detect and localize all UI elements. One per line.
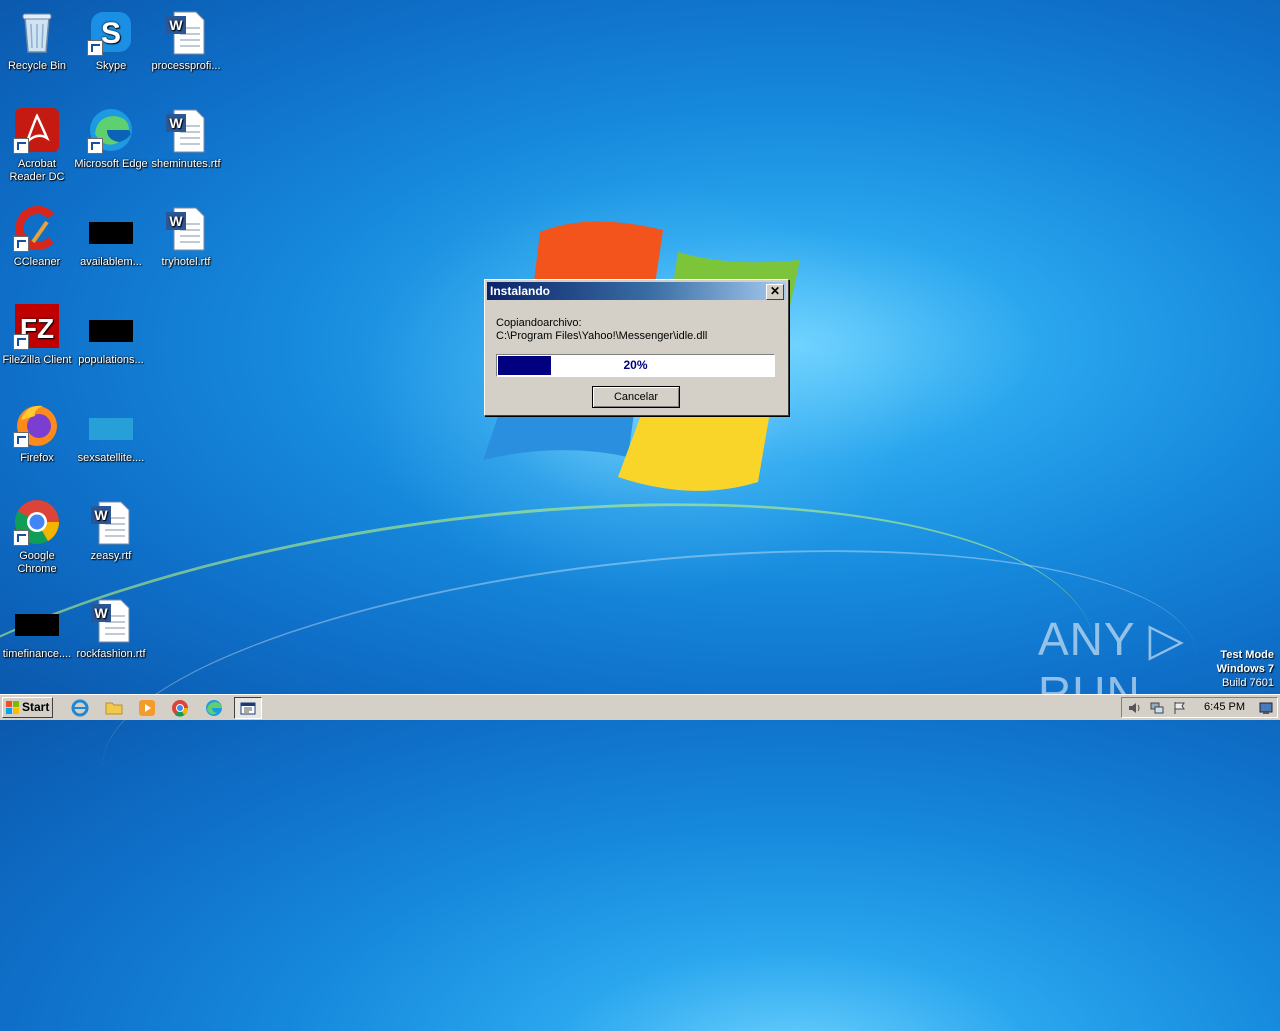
desktop-icon-label: processprofi... [151, 60, 221, 72]
task-button-installer[interactable] [234, 697, 262, 719]
status-line: Copiandoarchivo: [496, 317, 582, 329]
desktop-icon-label: Acrobat Reader DC [9, 158, 65, 183]
test-mode-notice: Test Mode Windows 7 Build 7601 [1217, 648, 1274, 690]
windows-flag-icon [6, 701, 19, 714]
desktop-icon-availablem[interactable]: availablem... [74, 198, 148, 269]
filezilla-icon: FZ [13, 302, 61, 350]
desktop-icon-label: rockfashion.rtf [76, 648, 146, 660]
file-path: C:\Program Files\Yahoo!\Messenger\idle.d… [496, 330, 708, 342]
desktop-icon-label: sheminutes.rtf [151, 158, 221, 170]
progress-percent: 20% [623, 358, 648, 372]
desktop-icon-skype[interactable]: S Skype [74, 2, 148, 73]
installer-dialog: Instalando ✕ Copiandoarchivo: C:\Program… [484, 279, 789, 416]
progress-bar: 20% [496, 354, 775, 377]
desktop-icon-label: CCleaner [13, 256, 61, 268]
desktop-icon-processprofi[interactable]: W processprofi... [149, 2, 223, 73]
recycle-bin-icon [13, 8, 61, 56]
network-icon[interactable] [1150, 701, 1164, 715]
close-icon: ✕ [769, 284, 781, 298]
acrobat-icon [13, 106, 61, 154]
taskbar: Start 6:45 PM [0, 694, 1280, 720]
desktop-icon-label: FileZilla Client [2, 354, 72, 366]
clock[interactable]: 6:45 PM [1204, 698, 1245, 717]
desktop-icon-firefox[interactable]: Firefox [0, 394, 74, 465]
edge-icon [87, 106, 135, 154]
desktop-icon-label: Recycle Bin [7, 60, 67, 72]
start-label: Start [22, 700, 50, 714]
start-button[interactable]: Start [2, 697, 53, 718]
desktop-icon-recycle-bin[interactable]: Recycle Bin [0, 2, 74, 73]
word-document-icon: W [162, 204, 210, 252]
word-document-icon: W [162, 8, 210, 56]
svg-text:W: W [169, 115, 183, 131]
svg-text:S: S [101, 17, 121, 50]
desktop-icon-label: zeasy.rtf [90, 550, 132, 562]
desktop-icon-tryhotel[interactable]: W tryhotel.rtf [149, 198, 223, 269]
desktop-icon-google-chrome[interactable]: Google Chrome [0, 492, 74, 576]
desktop-icon-label: Skype [95, 60, 127, 72]
desktop-icon-label: sexsatellite.... [77, 452, 145, 464]
svg-text:W: W [169, 17, 183, 33]
desktop-icon-label: timefinance.... [2, 648, 72, 660]
volume-icon[interactable] [1128, 701, 1142, 715]
desktop-icon-label: Firefox [20, 452, 54, 464]
build-label: Build 7601 [1222, 677, 1274, 689]
svg-text:W: W [169, 213, 183, 229]
desktop-icon-zeasy[interactable]: W zeasy.rtf [74, 492, 148, 563]
show-desktop-icon[interactable] [1259, 701, 1273, 715]
cancel-button[interactable]: Cancelar [592, 386, 680, 408]
os-label: Windows 7 [1216, 663, 1274, 675]
edge-icon[interactable] [204, 698, 224, 718]
word-document-icon: W [87, 498, 135, 546]
desktop-icon-label: Microsoft Edge [74, 158, 148, 170]
word-document-icon: W [162, 106, 210, 154]
desktop-icon-filezilla[interactable]: FZ FileZilla Client [0, 296, 74, 367]
file-icon [13, 596, 61, 644]
action-center-flag-icon[interactable] [1172, 701, 1186, 715]
desktop-icon-ccleaner[interactable]: CCleaner [0, 198, 74, 269]
internet-explorer-icon[interactable] [70, 698, 90, 718]
desktop-icon-sexsatellite[interactable]: sexsatellite.... [74, 394, 148, 465]
desktop-icon-rockfashion[interactable]: W rockfashion.rtf [74, 590, 148, 661]
chrome-icon [13, 498, 61, 546]
close-button[interactable]: ✕ [766, 284, 784, 300]
desktop-icon-microsoft-edge[interactable]: Microsoft Edge [74, 100, 148, 171]
desktop-icon-label: populations... [78, 354, 144, 366]
chrome-icon[interactable] [170, 698, 190, 718]
file-icon [87, 302, 135, 350]
word-document-icon: W [87, 596, 135, 644]
ccleaner-icon [13, 204, 61, 252]
desktop-icon-timefinance[interactable]: timefinance.... [0, 590, 74, 661]
desktop-icon-label: Google Chrome [17, 550, 57, 575]
file-icon [87, 400, 135, 448]
desktop-icon-sheminutes[interactable]: W sheminutes.rtf [149, 100, 223, 171]
svg-text:W: W [94, 605, 108, 621]
dialog-title: Instalando [490, 284, 551, 298]
test-mode-label: Test Mode [1220, 649, 1274, 661]
file-icon [87, 204, 135, 252]
desktop-icon-label: availablem... [80, 256, 142, 268]
dialog-message: Copiandoarchivo: C:\Program Files\Yahoo!… [496, 317, 707, 343]
installer-icon [240, 702, 256, 715]
desktop-icon-populations[interactable]: populations... [74, 296, 148, 367]
system-tray: 6:45 PM [1121, 697, 1278, 718]
explorer-folder-icon[interactable] [104, 698, 124, 718]
desktop-icon-label: tryhotel.rtf [161, 256, 211, 268]
skype-icon: S [87, 8, 135, 56]
svg-text:W: W [94, 507, 108, 523]
desktop-icon-acrobat-reader[interactable]: Acrobat Reader DC [0, 100, 74, 184]
media-player-icon[interactable] [137, 698, 157, 718]
dialog-titlebar[interactable]: Instalando ✕ [487, 282, 786, 300]
firefox-icon [13, 400, 61, 448]
